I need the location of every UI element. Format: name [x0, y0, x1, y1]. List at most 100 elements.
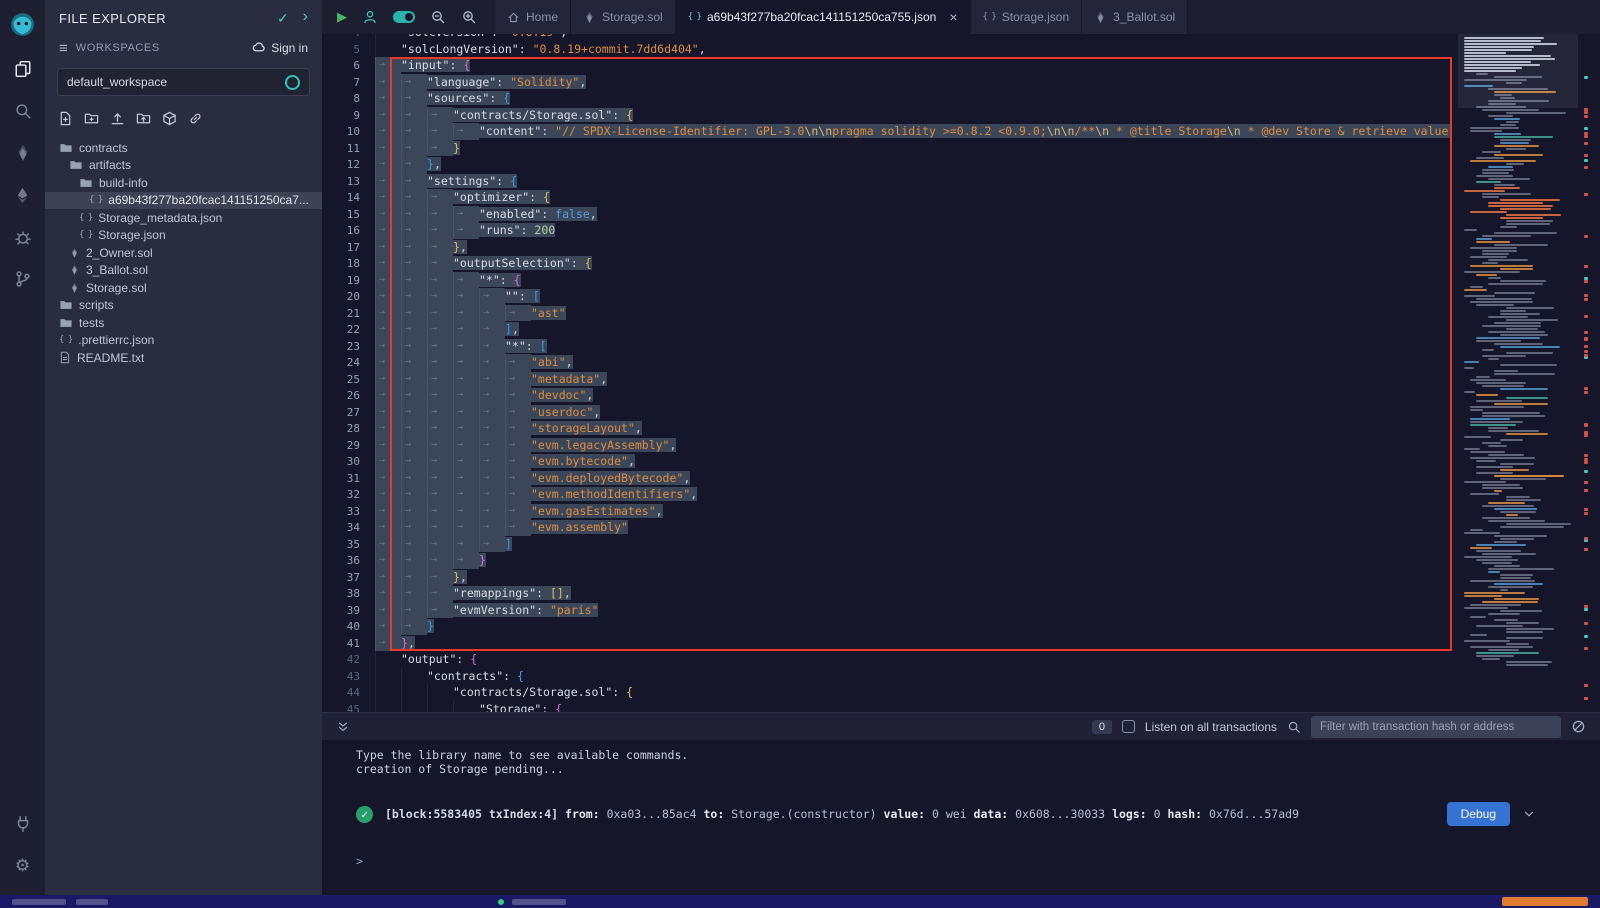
tree-item-prettierrc-json[interactable]: { }.prettierrc.json: [45, 332, 322, 350]
code-line[interactable]: 10→→→→"content": "// SPDX-License-Identi…: [322, 123, 1450, 140]
line-number[interactable]: 18: [322, 256, 375, 273]
chevron-right-icon[interactable]: ›: [303, 10, 308, 27]
code-line[interactable]: 19→→→→"*": {: [322, 272, 1450, 289]
tab-storage-sol[interactable]: Storage.sol: [571, 0, 676, 34]
link-icon[interactable]: [188, 111, 203, 131]
terminal-prompt[interactable]: >: [356, 854, 1600, 868]
line-number[interactable]: 26: [322, 388, 375, 405]
code-line[interactable]: 26→→→→→→"devdoc",: [322, 387, 1450, 404]
line-number[interactable]: 24: [322, 355, 375, 372]
minimap[interactable]: [1462, 34, 1574, 712]
code-line[interactable]: 40→→}: [322, 618, 1450, 635]
code-line[interactable]: 32→→→→→→"evm.methodIdentifiers",: [322, 486, 1450, 503]
line-number[interactable]: 41: [322, 636, 375, 653]
tree-item-storage-sol[interactable]: Storage.sol: [45, 279, 322, 297]
line-number[interactable]: 13: [322, 174, 375, 191]
tree-item-readme-txt[interactable]: README.txt: [45, 349, 322, 367]
toggle-switch[interactable]: [393, 11, 415, 23]
tab-3-ballot-sol[interactable]: 3_Ballot.sol: [1082, 0, 1188, 34]
line-number[interactable]: 43: [322, 669, 375, 686]
line-number[interactable]: 20: [322, 289, 375, 306]
line-number[interactable]: 6: [322, 58, 375, 75]
code-line[interactable]: 41→},: [322, 635, 1450, 652]
code-line[interactable]: 6→"input": {: [322, 57, 1450, 74]
line-number[interactable]: 23: [322, 339, 375, 356]
line-number[interactable]: 7: [322, 75, 375, 92]
line-number[interactable]: 25: [322, 372, 375, 389]
code-line[interactable]: 15→→→→"enabled": false,: [322, 206, 1450, 223]
code-line[interactable]: 7→→"language": "Solidity",: [322, 74, 1450, 91]
settings-icon[interactable]: ⚙: [0, 845, 45, 887]
file-explorer-icon[interactable]: [0, 48, 45, 90]
line-number[interactable]: 40: [322, 619, 375, 636]
line-number[interactable]: 28: [322, 421, 375, 438]
line-number[interactable]: 45: [322, 702, 375, 713]
close-icon[interactable]: ×: [949, 12, 957, 22]
tab-a69b43f277ba20fcac141151250ca755-json[interactable]: { }a69b43f277ba20fcac141151250ca755.json…: [676, 0, 971, 34]
line-number[interactable]: 33: [322, 504, 375, 521]
workspace-select[interactable]: default_workspace: [57, 68, 310, 96]
line-number[interactable]: 32: [322, 487, 375, 504]
line-number[interactable]: 36: [322, 553, 375, 570]
line-number[interactable]: 12: [322, 157, 375, 174]
line-number[interactable]: 8: [322, 91, 375, 108]
line-number[interactable]: 14: [322, 190, 375, 207]
deploy-run-icon[interactable]: [0, 174, 45, 216]
debug-button[interactable]: Debug: [1447, 802, 1510, 826]
code-line[interactable]: 22→→→→→],: [322, 321, 1450, 338]
line-number[interactable]: 34: [322, 520, 375, 537]
listen-checkbox[interactable]: [1122, 720, 1135, 733]
tree-item-3-ballot-sol[interactable]: 3_Ballot.sol: [45, 262, 322, 280]
debugger-icon[interactable]: [0, 216, 45, 258]
code-line[interactable]: 17→→→},: [322, 239, 1450, 256]
code-line[interactable]: 23→→→→→"*": [: [322, 338, 1450, 355]
zoom-in-button[interactable]: [461, 9, 477, 25]
zoom-out-button[interactable]: [430, 9, 446, 25]
code-line[interactable]: 31→→→→→→"evm.deployedBytecode",: [322, 470, 1450, 487]
line-number[interactable]: 38: [322, 586, 375, 603]
code-line[interactable]: 33→→→→→→"evm.gasEstimates",: [322, 503, 1450, 520]
code-line[interactable]: 43→→"contracts": {: [322, 668, 1450, 685]
cube-icon[interactable]: [162, 111, 177, 131]
line-number[interactable]: 29: [322, 438, 375, 455]
transaction-log-row[interactable]: ✓ [block:5583405 txIndex:4] from: 0xa03.…: [356, 802, 1600, 826]
code-line[interactable]: 5→"solcLongVersion": "0.8.19+commit.7dd6…: [322, 41, 1450, 58]
line-number[interactable]: 27: [322, 405, 375, 422]
new-folder-icon[interactable]: [84, 111, 99, 131]
tree-item-tests[interactable]: tests: [45, 314, 322, 332]
expand-log-icon[interactable]: [1522, 807, 1536, 821]
line-number[interactable]: 5: [322, 42, 375, 59]
tree-item-2-owner-sol[interactable]: 2_Owner.sol: [45, 244, 322, 262]
code-line[interactable]: 11→→→}: [322, 140, 1450, 157]
code-line[interactable]: 12→→},: [322, 156, 1450, 173]
code-line[interactable]: 20→→→→→"": [: [322, 288, 1450, 305]
tree-item-scripts[interactable]: scripts: [45, 297, 322, 315]
user-button[interactable]: [362, 9, 378, 25]
code-line[interactable]: 28→→→→→→"storageLayout",: [322, 420, 1450, 437]
code-line[interactable]: 9→→→"contracts/Storage.sol": {: [322, 107, 1450, 124]
line-number[interactable]: 39: [322, 603, 375, 620]
tab-storage-json[interactable]: { }Storage.json: [971, 0, 1083, 34]
code-line[interactable]: 45→→→→"Storage": {: [322, 701, 1450, 713]
line-number[interactable]: 30: [322, 454, 375, 471]
clear-console-icon[interactable]: [1571, 719, 1586, 734]
line-number[interactable]: 16: [322, 223, 375, 240]
tree-item-contracts[interactable]: contracts: [45, 139, 322, 157]
search-icon[interactable]: [1287, 720, 1301, 734]
tab-home[interactable]: Home: [495, 0, 571, 34]
tree-item-a69b43f277ba20fcac141151250ca7[interactable]: { }a69b43f277ba20fcac141151250ca7...: [45, 192, 322, 210]
code-line[interactable]: 44→→→"contracts/Storage.sol": {: [322, 684, 1450, 701]
code-line[interactable]: 42→"output": {: [322, 651, 1450, 668]
line-number[interactable]: 17: [322, 240, 375, 257]
line-number[interactable]: 10: [322, 124, 375, 141]
tree-item-artifacts[interactable]: artifacts: [45, 157, 322, 175]
line-number[interactable]: 42: [322, 652, 375, 669]
line-number[interactable]: 15: [322, 207, 375, 224]
remix-logo[interactable]: [0, 0, 45, 48]
git-icon[interactable]: [0, 258, 45, 300]
tree-item-storage-json[interactable]: { }Storage.json: [45, 227, 322, 245]
code-line[interactable]: 39→→→"evmVersion": "paris": [322, 602, 1450, 619]
code-line[interactable]: 24→→→→→→"abi",: [322, 354, 1450, 371]
plugin-manager-icon[interactable]: [0, 803, 45, 845]
menu-icon[interactable]: ≡: [59, 40, 68, 57]
